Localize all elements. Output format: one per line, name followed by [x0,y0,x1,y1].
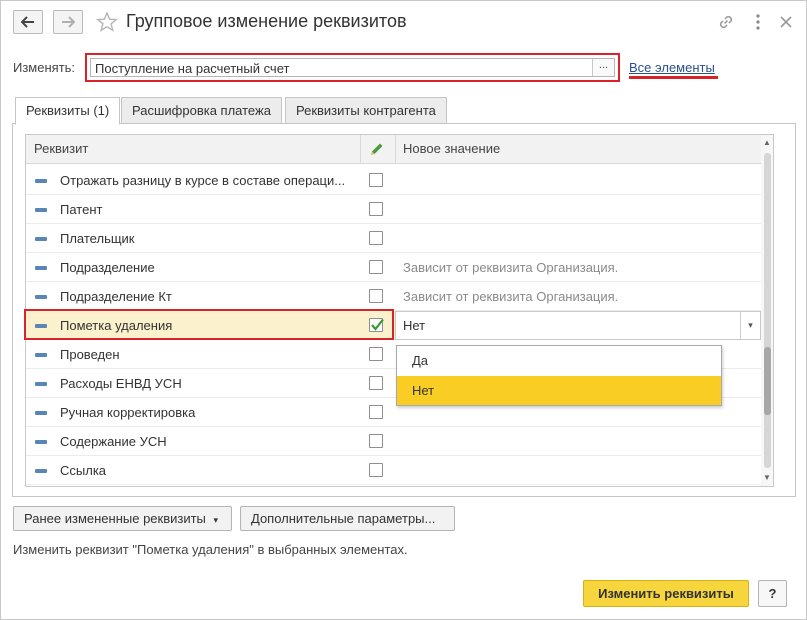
all-elements-link[interactable]: Все элементы [629,60,715,75]
window-title: Групповое изменение реквизитов [126,11,407,31]
choose-button[interactable]: ... [592,59,614,76]
tab-requisites[interactable]: Реквизиты (1) [15,97,121,125]
requisite-name: Отражать разницу в курсе в составе опера… [60,173,346,188]
change-label: Изменять: [13,60,76,75]
dropdown-option-yes[interactable]: Да [397,346,721,375]
requisite-name: Расходы ЕНВД УСН [60,376,182,391]
status-text: Изменить реквизит "Пометка удаления" в в… [13,542,408,557]
pencil-icon [371,143,383,155]
requisite-icon [35,295,47,299]
row-checkbox[interactable] [369,260,383,274]
table-row[interactable]: Отражать разницу в курсе в составе опера… [26,166,761,195]
requisite-icon [35,469,47,473]
table-header: Реквизит Новое значение [26,135,761,164]
scroll-thumb[interactable] [764,347,771,415]
requisite-icon [35,382,47,386]
row-checkbox[interactable] [369,463,383,477]
requisite-value: Зависит от реквизита Организация. [403,289,619,304]
document-type-highlight: Поступление на расчетный счет ... [85,53,620,82]
requisite-icon [35,208,47,212]
row-checkbox[interactable] [369,231,383,245]
requisite-name: Содержание УСН [60,434,167,449]
row-checkbox[interactable] [369,434,383,448]
table-row[interactable]: Подразделение Зависит от реквизита Орган… [26,253,761,282]
link-button[interactable] [716,12,736,32]
selected-row-highlight [24,309,394,340]
row-checkbox[interactable] [369,173,383,187]
forward-button[interactable] [53,10,83,34]
tab-payment-breakdown[interactable]: Расшифровка платежа [121,97,282,124]
scroll-down-icon[interactable]: ▼ [761,472,773,484]
document-type-field[interactable]: Поступление на расчетный счет ... [90,58,615,77]
column-header-edit[interactable] [360,135,395,164]
document-type-value: Поступление на расчетный счет [95,61,290,76]
previous-requisites-label: Ранее измененные реквизиты [24,511,206,526]
close-button[interactable] [776,12,796,32]
requisite-value: Зависит от реквизита Организация. [403,260,619,275]
requisite-icon [35,411,47,415]
column-header-requisite[interactable]: Реквизит [26,135,88,164]
requisite-name: Ручная корректировка [60,405,196,420]
requisite-icon [35,353,47,357]
row-checkbox[interactable] [369,289,383,303]
row-checkbox[interactable] [369,376,383,390]
help-button[interactable]: ? [758,580,787,607]
requisite-name: Проведен [60,347,120,362]
apply-button[interactable]: Изменить реквизиты [583,580,749,607]
row-checkbox[interactable] [369,405,383,419]
dropdown-arrow-icon[interactable]: ▾ [740,312,760,339]
chevron-down-icon: ▾ [213,515,219,525]
more-vertical-icon [756,14,760,30]
tab-counterparty-requisites[interactable]: Реквизиты контрагента [285,97,447,124]
link-icon [719,15,733,29]
table-row[interactable]: Плательщик [26,224,761,253]
table-scrollbar[interactable]: ▲ ▼ [761,135,773,486]
requisite-icon [35,266,47,270]
previous-requisites-button[interactable]: Ранее измененные реквизиты ▾ [13,506,232,531]
arrow-right-icon [62,16,75,28]
requisite-name: Подразделение Кт [60,289,172,304]
table-row[interactable]: Содержание УСН [26,427,761,456]
favorite-button[interactable] [95,11,119,33]
table-row[interactable]: Подразделение Кт Зависит от реквизита Ор… [26,282,761,311]
group-edit-window: Групповое изменение реквизитов Изменять:… [0,0,807,620]
scroll-track[interactable] [764,153,771,468]
requisite-name: Ссылка [60,463,107,478]
column-header-new-value[interactable]: Новое значение [395,135,500,164]
row-checkbox[interactable] [369,202,383,216]
scroll-up-icon[interactable]: ▲ [761,137,773,149]
star-icon [95,11,119,32]
requisite-icon [35,179,47,183]
requisite-icon [35,237,47,241]
requisite-icon [35,440,47,444]
new-value-select[interactable]: Нет ▾ [395,311,761,340]
more-button[interactable] [748,12,768,32]
value-dropdown-list: Да Нет [396,345,722,406]
additional-parameters-button[interactable]: Дополнительные параметры... [240,506,455,531]
new-value-text: Нет [403,318,426,333]
row-checkbox[interactable] [369,347,383,361]
back-button[interactable] [13,10,43,34]
requisite-name: Подразделение [60,260,155,275]
requisite-name: Патент [60,202,103,217]
requisite-name: Плательщик [60,231,135,246]
close-icon [780,16,792,28]
arrow-left-icon [21,16,34,28]
table-row[interactable]: Ссылка [26,456,761,485]
dropdown-option-no[interactable]: Нет [397,376,721,405]
table-row[interactable]: Патент [26,195,761,224]
link-highlight-underline [629,76,718,79]
